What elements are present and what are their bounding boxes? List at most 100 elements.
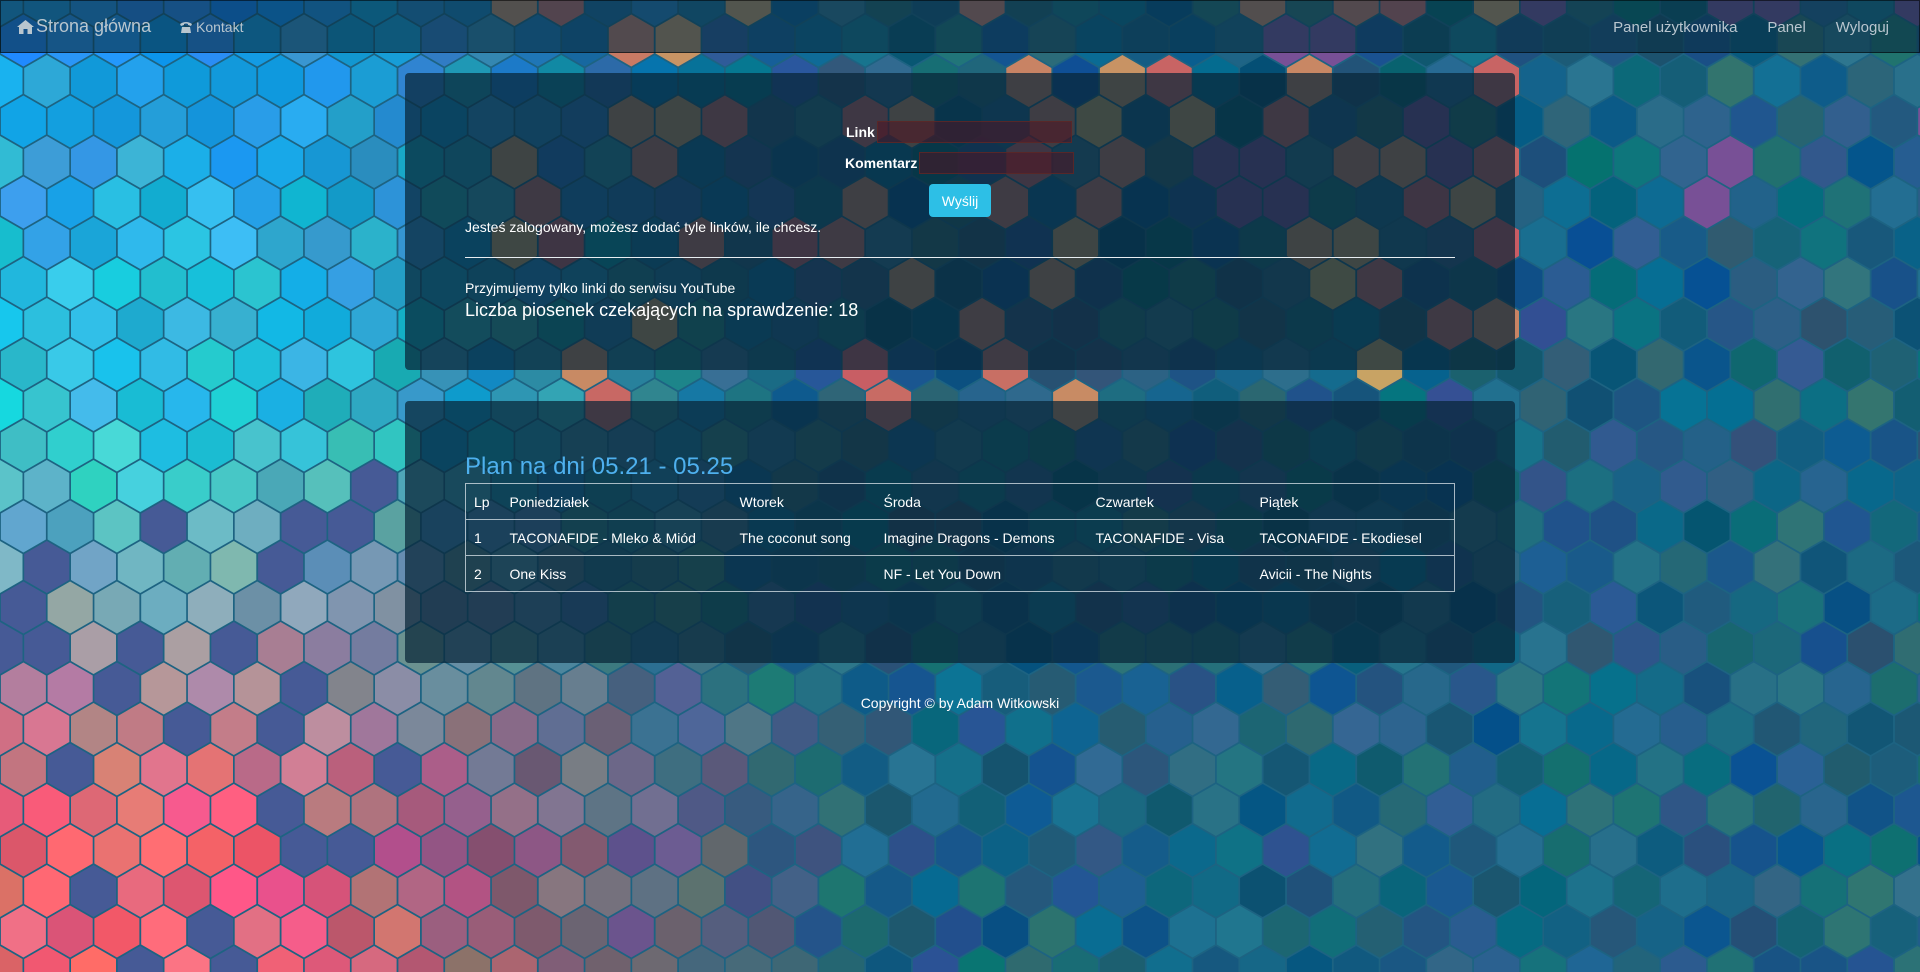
bg-hexagon xyxy=(1684,905,1730,958)
bg-hexagon xyxy=(304,784,350,836)
bg-hexagon xyxy=(164,379,210,431)
bg-hexagon xyxy=(94,500,140,553)
bg-hexagon xyxy=(1497,905,1543,958)
bg-hexagon xyxy=(24,541,70,593)
bg-hexagon xyxy=(164,55,210,107)
bg-hexagon xyxy=(1754,784,1800,836)
home-link-label: Strona główna xyxy=(36,16,152,36)
bg-hexagon xyxy=(1567,298,1613,350)
bg-hexagon xyxy=(1848,784,1894,836)
bg-hexagon xyxy=(421,743,467,796)
bg-hexagon xyxy=(1661,298,1707,350)
bg-hexagon xyxy=(281,257,327,310)
bg-hexagon xyxy=(1801,55,1847,107)
bg-hexagon xyxy=(1544,176,1590,229)
bg-hexagon xyxy=(1661,217,1707,269)
user-panel-link[interactable]: Panel użytkownika xyxy=(1613,19,1737,36)
bg-hexagon xyxy=(351,217,397,269)
bg-hexagon xyxy=(515,905,561,958)
bg-hexagon xyxy=(258,865,304,917)
bg-hexagon xyxy=(1170,905,1215,958)
bg-hexagon xyxy=(24,298,70,350)
contact-link[interactable]: Kontakt xyxy=(179,19,243,35)
bg-hexagon xyxy=(281,743,327,796)
bg-hexagon xyxy=(258,55,304,107)
bg-hexagon xyxy=(1123,743,1169,796)
bg-hexagon xyxy=(234,419,280,472)
bg-hexagon xyxy=(1731,824,1777,877)
link-form-panel: Link Komentarz Wyślij Jesteś zalogowany,… xyxy=(405,73,1515,370)
plan-panel: Plan na dni 05.21 - 05.25 Lp Poniedziałe… xyxy=(405,401,1515,663)
bg-hexagon xyxy=(468,824,514,877)
bg-hexagon xyxy=(1053,865,1099,917)
bg-hexagon xyxy=(1801,460,1847,512)
bg-hexagon xyxy=(164,784,210,836)
bg-hexagon xyxy=(71,460,116,512)
bg-hexagon xyxy=(562,824,608,877)
bg-hexagon xyxy=(1824,743,1870,796)
bg-hexagon xyxy=(608,824,654,877)
bg-hexagon xyxy=(1263,743,1309,796)
bg-hexagon xyxy=(655,824,701,877)
table-cell: Avicii - The Nights xyxy=(1251,555,1455,592)
bg-hexagon xyxy=(117,379,163,431)
submit-button[interactable]: Wyślij xyxy=(929,184,991,217)
bg-hexagon xyxy=(398,784,444,836)
bg-hexagon xyxy=(1520,622,1566,674)
home-link[interactable]: Strona główna xyxy=(17,16,151,37)
bg-hexagon xyxy=(936,824,982,877)
bg-hexagon xyxy=(1731,176,1777,229)
bg-hexagon xyxy=(187,95,233,148)
bg-hexagon xyxy=(71,622,116,674)
bg-hexagon xyxy=(304,217,350,269)
bg-hexagon xyxy=(47,824,93,877)
bg-hexagon xyxy=(1684,176,1730,229)
bg-hexagon xyxy=(0,500,46,553)
bg-hexagon xyxy=(1590,338,1636,391)
bg-hexagon xyxy=(187,500,233,553)
plan-title: Plan na dni 05.21 - 05.25 xyxy=(465,453,734,480)
bg-hexagon xyxy=(1661,784,1707,836)
bg-hexagon xyxy=(258,298,304,350)
bg-hexagon xyxy=(1614,784,1660,836)
bg-hexagon xyxy=(655,905,701,958)
logout-link[interactable]: Wyloguj xyxy=(1836,19,1889,36)
bg-hexagon xyxy=(1778,257,1823,310)
bg-hexagon xyxy=(1731,581,1777,634)
bg-hexagon xyxy=(234,743,280,796)
bg-hexagon xyxy=(1006,784,1052,836)
bg-hexagon xyxy=(211,379,257,431)
bg-hexagon xyxy=(1544,905,1590,958)
bg-hexagon xyxy=(24,217,70,269)
table-header-row: Lp Poniedziałek Wtorek Środa Czwartek Pi… xyxy=(465,483,1455,520)
bg-hexagon xyxy=(234,338,280,391)
bg-hexagon xyxy=(1544,824,1590,877)
bg-hexagon xyxy=(1731,95,1777,148)
bg-hexagon xyxy=(328,500,374,553)
bg-hexagon xyxy=(164,541,210,593)
bg-hexagon xyxy=(889,824,935,877)
bg-hexagon xyxy=(141,743,187,796)
bg-hexagon xyxy=(281,419,327,472)
bg-hexagon xyxy=(71,298,116,350)
bg-hexagon xyxy=(1637,257,1683,310)
panel-link[interactable]: Panel xyxy=(1767,19,1805,36)
bg-hexagon xyxy=(1778,824,1823,877)
link-input[interactable] xyxy=(876,121,1072,143)
bg-hexagon xyxy=(211,784,257,836)
bg-hexagon xyxy=(1661,379,1707,431)
bg-hexagon xyxy=(725,784,771,836)
bg-hexagon xyxy=(749,824,795,877)
pending-count: Liczba piosenek czekających na sprawdzen… xyxy=(465,300,859,320)
bg-hexagon xyxy=(1871,419,1917,472)
bg-hexagon xyxy=(1824,905,1870,958)
bg-hexagon xyxy=(328,743,374,796)
bg-hexagon xyxy=(1637,176,1683,229)
bg-hexagon xyxy=(1357,743,1403,796)
comment-input[interactable] xyxy=(919,152,1075,174)
bg-hexagon xyxy=(258,784,304,836)
bg-hexagon xyxy=(0,824,46,877)
bg-hexagon xyxy=(1520,865,1566,917)
bg-hexagon xyxy=(1801,865,1847,917)
bg-hexagon xyxy=(0,419,46,472)
